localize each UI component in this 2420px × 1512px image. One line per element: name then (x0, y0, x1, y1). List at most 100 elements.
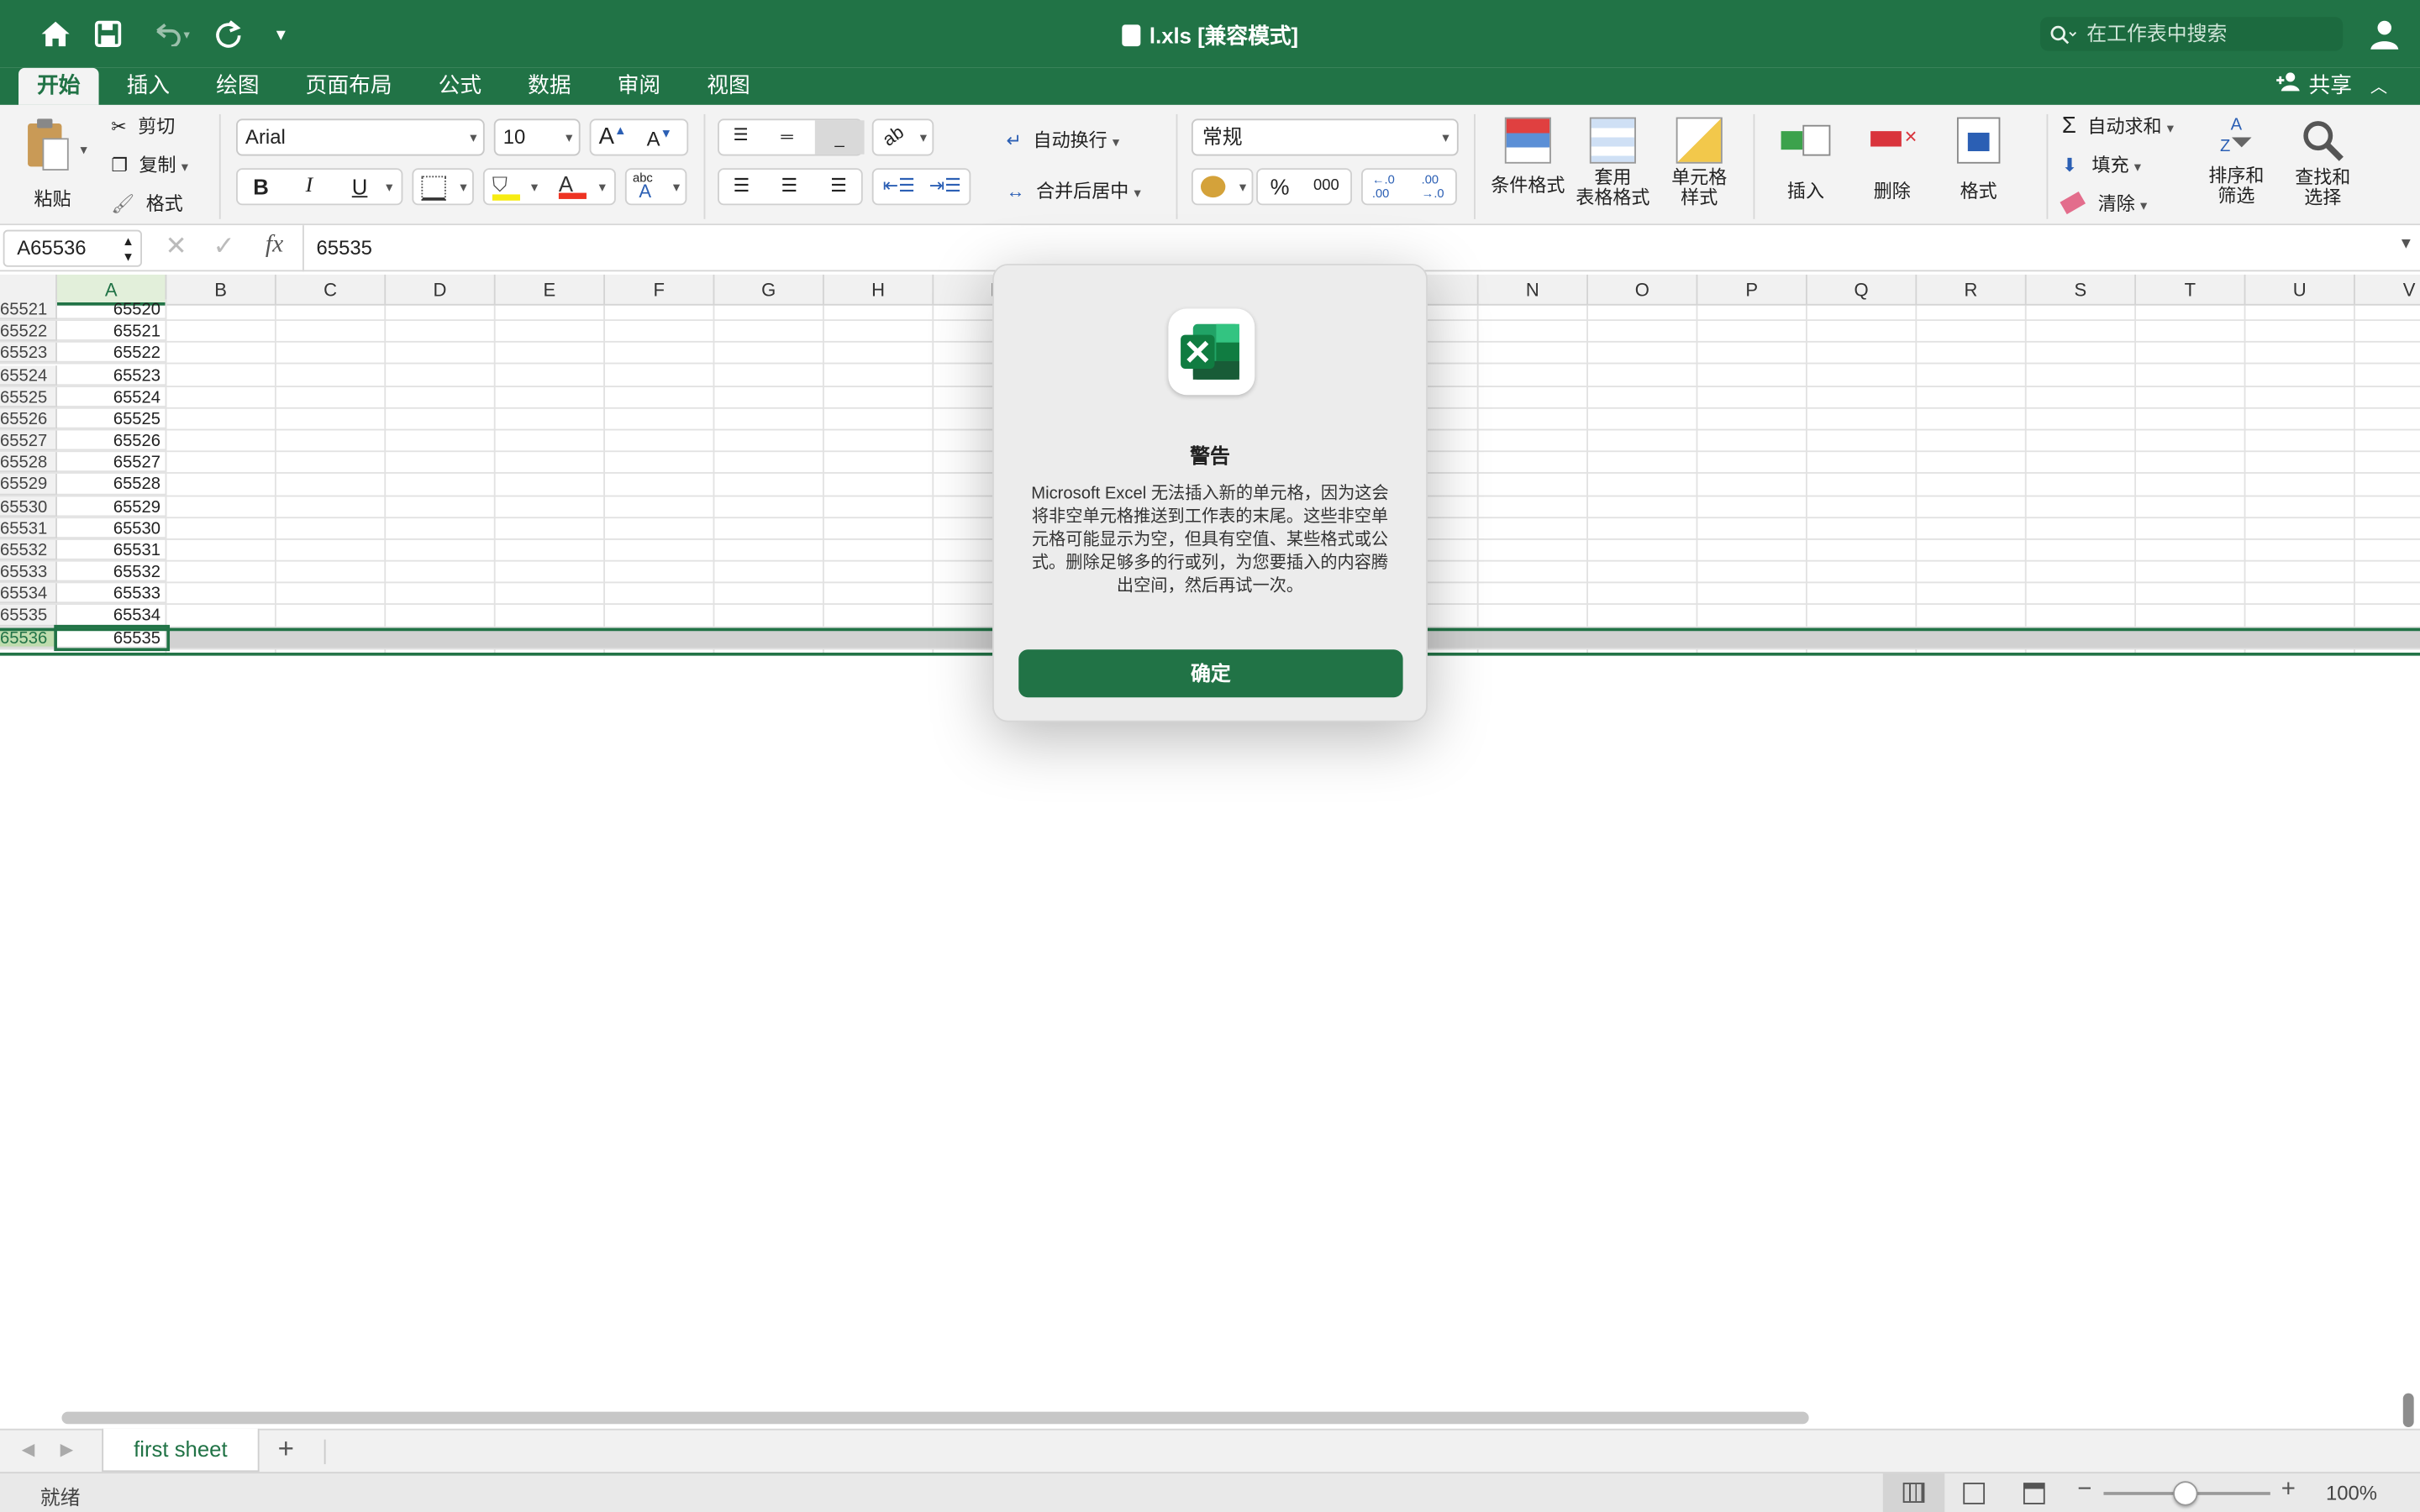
tab-review[interactable]: 审阅 (602, 68, 676, 105)
row-header[interactable]: 65532 (0, 539, 57, 560)
row-header[interactable]: 65523 (0, 343, 57, 364)
row-header[interactable]: 65525 (0, 386, 57, 407)
tab-insert[interactable]: 插入 (108, 68, 189, 105)
find-select-button[interactable]: 查找和 选择 (2284, 118, 2361, 208)
cell-a[interactable]: 65523 (56, 365, 167, 386)
home-icon[interactable] (37, 15, 74, 52)
borders-button[interactable]: ▾ (412, 168, 474, 206)
clear-button[interactable]: 清除 ▾ (2060, 190, 2147, 216)
cell-a[interactable]: 65521 (56, 321, 167, 342)
tab-home[interactable]: 开始 (18, 67, 99, 105)
align-bottom-icon[interactable]: _ (814, 120, 865, 155)
delete-cells-button[interactable]: × 删除 (1855, 118, 1929, 204)
align-center-icon[interactable]: ☰ (781, 175, 797, 197)
ok-button[interactable]: 确定 (1018, 649, 1403, 698)
name-box-stepper-icon[interactable]: ▲ ▼ (122, 232, 134, 265)
fill-button[interactable]: ⬇ 填充 ▾ (2062, 151, 2141, 177)
row-header[interactable]: 65524 (0, 365, 57, 386)
autosum-button[interactable]: Σ 自动求和 ▾ (2062, 113, 2174, 139)
prev-sheet-icon[interactable]: ◀ (22, 1440, 35, 1460)
cell-a[interactable]: 65524 (56, 386, 167, 407)
customize-toolbar-icon[interactable]: ▾ (262, 15, 299, 52)
font-size-select[interactable]: 10 ▾ (493, 118, 581, 156)
orientation-button[interactable]: ab ▾ (871, 118, 934, 156)
align-middle-icon[interactable]: ═ (781, 128, 792, 146)
zoom-slider-thumb[interactable] (2173, 1481, 2198, 1506)
italic-button[interactable]: I (306, 175, 313, 199)
increase-indent-icon[interactable]: ⇥☰ (929, 175, 961, 197)
cell-a[interactable]: 65520 (56, 299, 167, 320)
cell-a[interactable]: 65529 (56, 496, 167, 517)
align-right-icon[interactable]: ☰ (830, 175, 847, 197)
align-top-icon[interactable]: ☰ (733, 125, 748, 145)
row-header[interactable]: 65533 (0, 561, 57, 582)
page-layout-view-icon[interactable] (1963, 1483, 1986, 1504)
save-icon[interactable] (90, 15, 127, 52)
cell-a[interactable]: 65527 (56, 452, 167, 473)
next-sheet-icon[interactable]: ▶ (60, 1440, 74, 1460)
accounting-format-button[interactable]: ▾ (1191, 168, 1254, 206)
cell-a[interactable]: 65532 (56, 561, 167, 582)
page-break-view-icon[interactable] (2023, 1483, 2045, 1504)
underline-button[interactable]: U (352, 175, 368, 199)
cell-a[interactable]: 65526 (56, 430, 167, 451)
tab-view[interactable]: 视图 (692, 68, 765, 105)
decrease-indent-icon[interactable]: ⇤☰ (883, 175, 915, 197)
expand-formula-icon[interactable]: ▼ (2398, 236, 2413, 253)
format-as-table-button[interactable]: 套用 表格格式 (1574, 117, 1651, 223)
conditional-format-button[interactable]: 条件格式 (1485, 117, 1571, 223)
row-header[interactable]: 65530 (0, 496, 57, 517)
undo-icon[interactable]: ▾ (145, 15, 197, 52)
add-sheet-icon[interactable]: + (278, 1433, 294, 1466)
cut-button[interactable]: ✂ 剪切 (111, 113, 175, 139)
normal-view-button[interactable] (1882, 1473, 1945, 1512)
increase-font-icon[interactable]: A▲ (599, 123, 627, 150)
account-icon[interactable] (2366, 15, 2403, 52)
collapse-ribbon-icon[interactable]: ︿ (2370, 79, 2387, 97)
wrap-text-button[interactable]: ↵ 自动换行 ▾ (1007, 127, 1120, 153)
row-header[interactable]: 65526 (0, 408, 57, 429)
zoom-in-icon[interactable]: + (2281, 1477, 2296, 1504)
row-header[interactable]: 65535 (0, 605, 57, 626)
tab-data[interactable]: 数据 (513, 68, 587, 105)
enter-icon[interactable]: ✓ (213, 232, 234, 263)
share-button[interactable]: 共享 ︿ (2275, 68, 2387, 105)
horizontal-scrollbar[interactable] (61, 1411, 1809, 1425)
cell-a[interactable]: 65531 (56, 539, 167, 560)
increase-decimal-icon[interactable]: ←.0.00 (1372, 173, 1395, 201)
row-header[interactable]: 65529 (0, 474, 57, 495)
row-header[interactable]: 65531 (0, 517, 57, 538)
row-header[interactable]: 65521 (0, 299, 57, 320)
cell-a[interactable]: 65533 (56, 583, 167, 604)
row-header[interactable]: 65522 (0, 321, 57, 342)
align-left-icon[interactable]: ☰ (733, 175, 750, 197)
row-header[interactable]: 65527 (0, 430, 57, 451)
percent-button[interactable]: % (1270, 175, 1290, 199)
cell-a[interactable]: 65528 (56, 474, 167, 495)
copy-button[interactable]: ❐ 复制 ▾ (111, 151, 188, 177)
cancel-icon[interactable]: ✕ (166, 232, 187, 263)
fill-color-icon[interactable]: ⛉ (492, 173, 520, 201)
cell-a[interactable]: 65522 (56, 343, 167, 364)
insert-cells-button[interactable]: 插入 (1769, 118, 1843, 204)
vertical-scrollbar[interactable] (2402, 1393, 2414, 1427)
font-name-select[interactable]: Arial ▾ (236, 118, 485, 156)
sort-filter-button[interactable]: A Z⏷ 排序和 筛选 (2198, 117, 2275, 207)
phonetic-button[interactable]: abc A ▾ (624, 168, 687, 206)
cell-a[interactable]: 65534 (56, 605, 167, 626)
font-color-icon[interactable]: A (558, 171, 587, 199)
paste-button[interactable]: ▾ 粘贴 (15, 114, 92, 219)
decrease-decimal-icon[interactable]: .00 →.0 (1422, 173, 1444, 201)
row-header[interactable]: 65528 (0, 452, 57, 473)
name-box[interactable]: A65536 ▲ ▼ (3, 229, 142, 267)
cell-a[interactable]: 65530 (56, 517, 167, 538)
tab-draw[interactable]: 绘图 (197, 68, 278, 105)
number-format-select[interactable]: 常规 ▾ (1191, 118, 1459, 156)
tab-formulas[interactable]: 公式 (423, 68, 497, 105)
zoom-out-icon[interactable]: − (2077, 1477, 2091, 1504)
zoom-level[interactable]: 100% (2326, 1481, 2377, 1504)
tab-page-layout[interactable]: 页面布局 (287, 68, 411, 105)
cell-styles-button[interactable]: 单元格 样式 (1660, 117, 1738, 223)
function-icon[interactable]: fx (266, 232, 283, 260)
decrease-font-icon[interactable]: A▼ (647, 127, 672, 150)
